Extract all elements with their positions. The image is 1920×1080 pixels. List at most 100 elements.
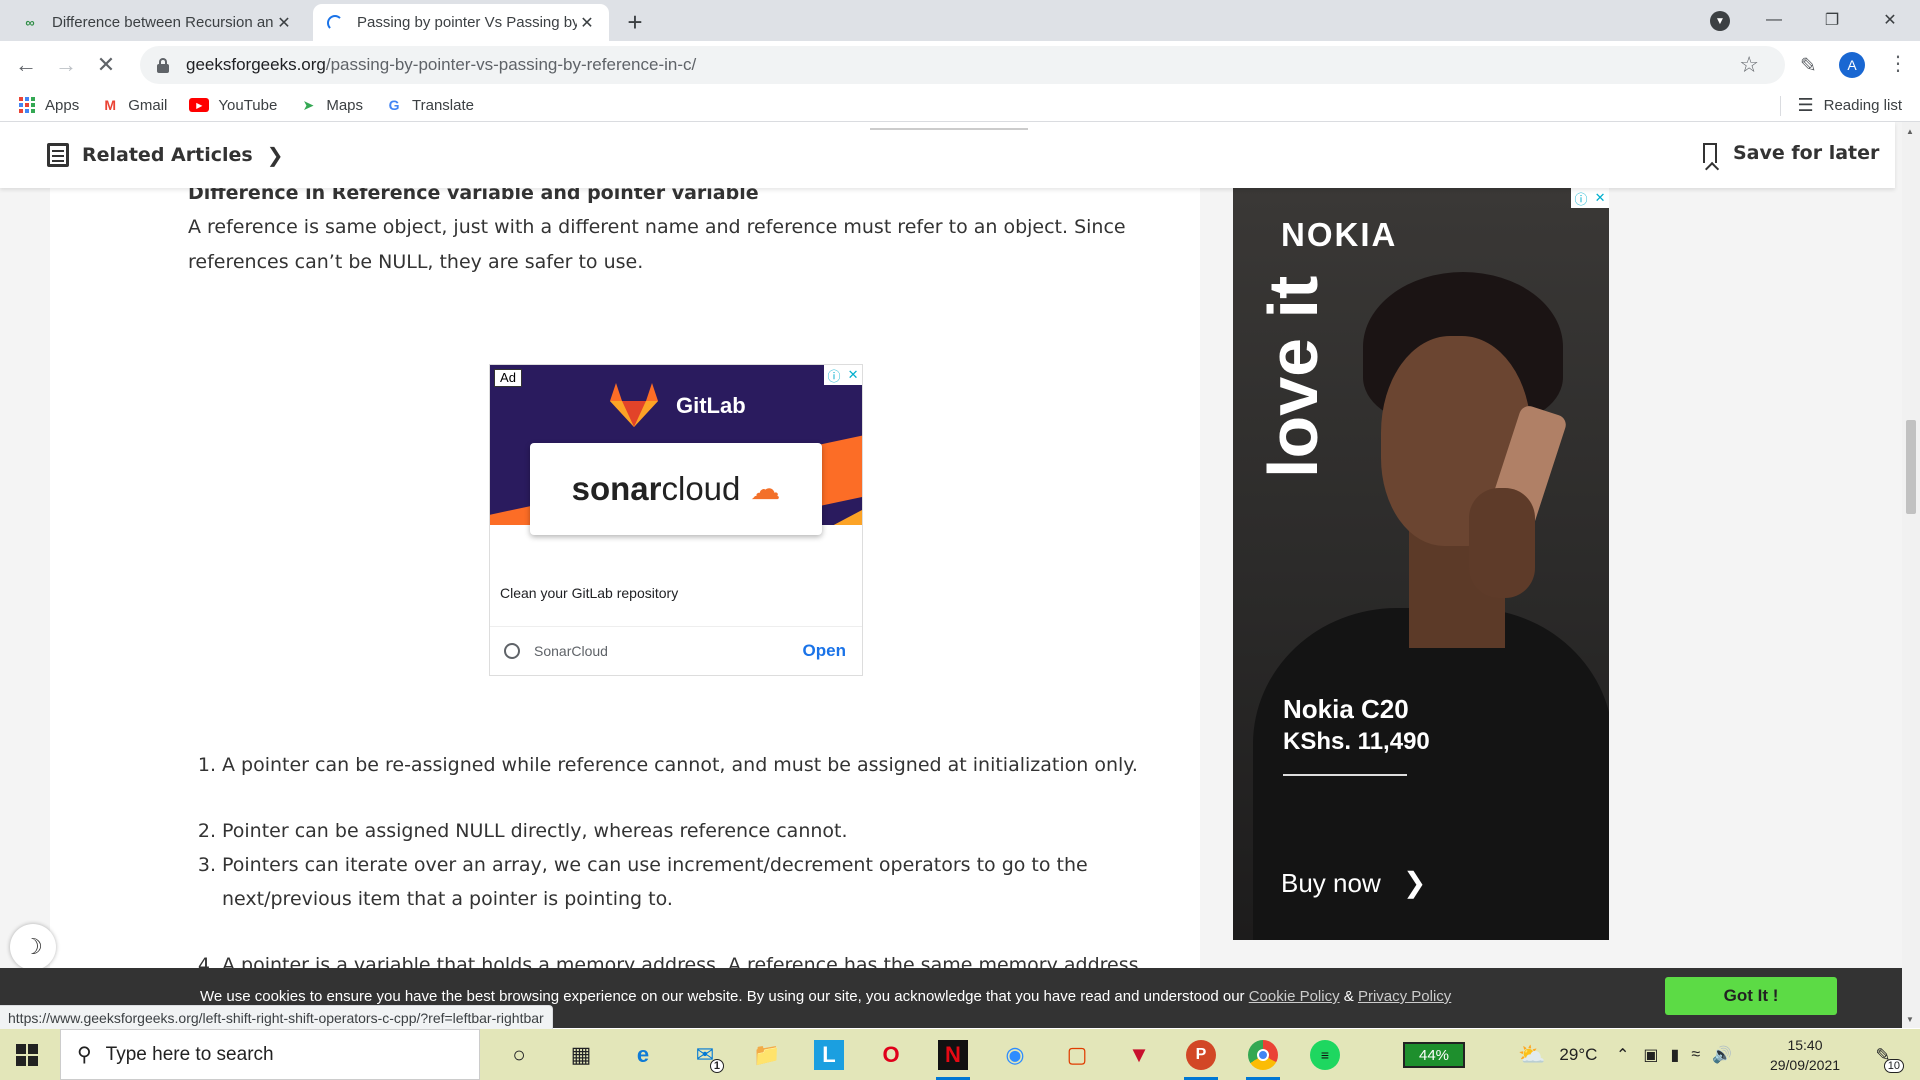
nokia-ad[interactable]: NOKIA love it Nokia C20 KShs. 11,490 Buy… — [1233, 188, 1609, 940]
netflix-icon[interactable]: N — [930, 1035, 976, 1080]
dark-mode-toggle[interactable]: ☽ — [10, 924, 56, 970]
taskbar-search-input[interactable]: ⚲ Type here to search — [60, 1029, 480, 1080]
chevron-right-icon[interactable]: ❯ — [1403, 866, 1426, 899]
battery-icon[interactable]: ▮ — [1671, 1045, 1680, 1065]
restore-button[interactable]: ❐ — [1808, 0, 1856, 40]
zoom-icon[interactable]: ◉ — [992, 1035, 1038, 1075]
bookmark-gmail[interactable]: M Gmail — [101, 96, 167, 114]
info-icon[interactable]: ⓘ — [828, 366, 841, 385]
section-paragraph: A reference is same object, just with a … — [188, 216, 1126, 273]
maps-pin-icon: ➤ — [302, 96, 315, 113]
system-tray: ⌃ ▣ ▮ ≈ 🔊 — [1616, 1029, 1732, 1080]
extensions-puzzle-icon[interactable]: ✎ — [1800, 53, 1817, 78]
volume-icon[interactable]: 🔊 — [1712, 1045, 1732, 1065]
lock-icon[interactable] — [156, 57, 170, 73]
chrome-icon[interactable] — [1240, 1035, 1286, 1080]
date: 29/09/2021 — [1769, 1057, 1841, 1073]
cookie-policy-link[interactable]: Cookie Policy — [1249, 988, 1340, 1005]
globe-icon — [504, 643, 520, 659]
device-icon[interactable]: ▣ — [1643, 1045, 1658, 1065]
close-tab-icon[interactable]: ✕ — [577, 13, 597, 33]
list-text: Pointers can iterate over an array, we c… — [222, 854, 1088, 910]
cloud-icon: ☁ — [750, 472, 781, 506]
bookmarks-bar: Apps M Gmail ▶ YouTube ➤ Maps G Translat… — [0, 89, 1920, 122]
notification-count: 10 — [1883, 1059, 1904, 1073]
page-viewport: Difference in Reference variable and poi… — [0, 122, 1902, 1028]
page-scrollbar[interactable]: ▲ ▼ — [1902, 122, 1920, 1028]
chevron-up-icon[interactable]: ⌃ — [1616, 1045, 1629, 1065]
got-it-button[interactable]: Got It ! — [1665, 977, 1837, 1015]
spotify-icon[interactable]: ≡ — [1302, 1035, 1348, 1075]
close-tab-icon[interactable]: ✕ — [274, 13, 294, 33]
bookmark-star-icon[interactable]: ☆ — [1739, 52, 1759, 78]
gitlab-fox-icon — [610, 383, 658, 427]
divider — [870, 128, 1028, 130]
forward-arrow-icon[interactable]: → — [50, 49, 82, 81]
gitlab-ad[interactable]: GitLab Ad ⓘ ✕ sonar cloud ☁ Clean your Git… — [489, 364, 863, 676]
save-for-later-button[interactable]: Save for later — [1703, 142, 1879, 164]
notification-center-icon[interactable]: ✎ 10 — [1868, 1041, 1904, 1073]
opera-icon[interactable]: O — [868, 1035, 914, 1075]
ad-open-button[interactable]: Open — [803, 641, 846, 661]
scrollbar-thumb[interactable] — [1906, 420, 1916, 514]
ad-brand-name: GitLab — [676, 393, 746, 418]
taskbar-clock[interactable]: 15:40 29/09/2021 — [1760, 1035, 1850, 1075]
ad-tagline: Clean your GitLab repository — [500, 585, 679, 601]
back-arrow-icon[interactable]: ← — [10, 49, 42, 81]
search-icon: ⚲ — [77, 1044, 92, 1066]
moon-icon: ☽ — [23, 934, 43, 959]
ad-slogan: love it — [1254, 275, 1332, 478]
close-window-button[interactable]: ✕ — [1866, 0, 1914, 40]
gfg-favicon-icon: ∞ — [25, 15, 35, 30]
bookmark-translate[interactable]: G Translate — [385, 96, 474, 114]
tab-passing-by-pointer[interactable]: Passing by pointer Vs Passing by ✕ — [313, 4, 609, 41]
cookie-message: We use cookies to ensure you have the be… — [200, 988, 1451, 1005]
profile-avatar[interactable]: A — [1839, 52, 1865, 78]
scroll-down-icon[interactable]: ▼ — [1906, 1015, 1914, 1024]
wifi-icon[interactable]: ≈ — [1691, 1046, 1700, 1064]
tab-title: Passing by pointer Vs Passing by — [357, 14, 577, 31]
close-icon[interactable]: ✕ — [1595, 190, 1606, 206]
weather-widget[interactable]: ⛅ 29°C — [1518, 1029, 1597, 1080]
related-articles-button[interactable]: Related Articles ❯ — [44, 142, 283, 168]
translate-icon: G — [388, 97, 400, 113]
info-icon[interactable]: ⓘ — [1575, 189, 1588, 208]
file-explorer-icon[interactable]: 📁 — [744, 1035, 790, 1075]
minimize-button[interactable]: — — [1750, 0, 1798, 40]
cortana-icon[interactable]: ○ — [496, 1035, 542, 1075]
list-number: 3. — [197, 854, 216, 876]
bookmark-youtube[interactable]: ▶ YouTube — [189, 97, 277, 114]
reading-list-button[interactable]: ☰ Reading list — [1780, 89, 1902, 122]
ad-choices[interactable]: ⓘ ✕ — [824, 365, 862, 385]
bookmark-maps[interactable]: ➤ Maps — [299, 96, 363, 114]
mcafee-icon[interactable]: ▼ — [1116, 1035, 1162, 1075]
partly-cloudy-icon: ⛅ — [1518, 1041, 1546, 1067]
bookmark-label: YouTube — [218, 96, 278, 114]
edge-icon[interactable]: e — [620, 1035, 666, 1075]
ad-choices[interactable]: ⓘ ✕ — [1571, 188, 1609, 208]
bookmark-apps[interactable]: Apps — [18, 96, 79, 114]
windows-start-icon[interactable] — [16, 1044, 38, 1066]
ad-advertiser: SonarCloud — [534, 643, 608, 659]
address-bar[interactable]: geeksforgeeks.org/passing-by-pointer-vs-… — [140, 46, 1785, 84]
mail-badge: 1 — [709, 1059, 724, 1073]
new-tab-button[interactable]: + — [620, 7, 650, 37]
battery-meter[interactable]: 44% — [1403, 1042, 1465, 1068]
logo-text: cloud — [661, 470, 741, 507]
close-icon[interactable]: ✕ — [848, 367, 859, 383]
link-status-bubble: https://www.geeksforgeeks.org/left-shift… — [0, 1005, 553, 1029]
mail-icon[interactable]: ✉ 1 — [682, 1035, 728, 1075]
tab-search-icon[interactable]: ▼ — [1710, 11, 1730, 31]
scroll-up-icon[interactable]: ▲ — [1906, 127, 1914, 136]
stop-loading-icon[interactable]: ✕ — [90, 49, 122, 81]
url-host: geeksforgeeks.org — [186, 55, 326, 74]
privacy-policy-link[interactable]: Privacy Policy — [1358, 988, 1451, 1005]
buy-now-button[interactable]: Buy now — [1281, 868, 1381, 899]
browser-toolbar: ← → ✕ geeksforgeeks.org/passing-by-point… — [0, 41, 1920, 89]
menu-kebab-icon[interactable]: ⋮ — [1888, 51, 1908, 76]
l-app-icon[interactable]: L — [806, 1035, 852, 1075]
task-view-icon[interactable]: ▦ — [558, 1035, 604, 1075]
office-icon[interactable]: ▢ — [1054, 1035, 1100, 1075]
powerpoint-icon[interactable]: P — [1178, 1035, 1224, 1080]
tab-recursion[interactable]: ∞ Difference between Recursion an ✕ — [8, 4, 306, 41]
